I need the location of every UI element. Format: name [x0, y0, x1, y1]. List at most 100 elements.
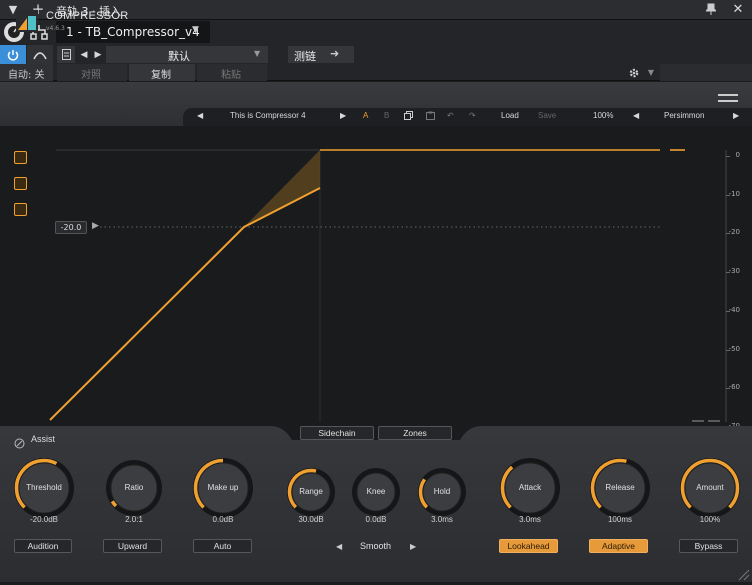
preset-next-icon[interactable]: ▶ — [92, 46, 104, 63]
host-toolbar: 1 - TB_Compressor_v4 ▼ — [0, 20, 752, 45]
sidechain-button[interactable]: 测链 ➜ — [288, 46, 354, 63]
smooth-next-icon[interactable]: ▶ — [410, 542, 416, 551]
plugin-preset-next-icon[interactable]: ▶ — [340, 111, 346, 120]
settings-menu-icon[interactable]: ▼ — [645, 65, 657, 80]
threshold-tag[interactable]: -20.0 — [55, 221, 87, 234]
theme-prev-icon[interactable]: ◀ — [633, 111, 639, 120]
compare-label: 对照 — [81, 70, 101, 81]
tab-sidechain[interactable]: Sidechain — [300, 426, 374, 440]
host-preset-row: ◀ ▶ 默认 ▼ 测链 ➜ — [0, 45, 752, 64]
meter-view-icon[interactable] — [14, 203, 27, 216]
copy-label: 复制 — [151, 70, 171, 81]
preset-prev-icon[interactable]: ◀ — [78, 46, 90, 63]
smooth-mode[interactable]: Smooth — [360, 541, 391, 551]
host-extra-field — [660, 64, 752, 81]
paste-label: 粘贴 — [221, 70, 241, 81]
meter-scale-tick-mark — [726, 310, 730, 312]
make-up-knob-label: Make up — [207, 483, 239, 492]
theme-name[interactable]: Persimmon — [664, 111, 704, 120]
pin-icon[interactable] — [704, 2, 718, 16]
meter-scale-tick-mark — [726, 349, 730, 351]
make-up-knob-value: 0.0dB — [212, 515, 234, 524]
knee-knob-label: Knee — [366, 487, 386, 496]
amount-knob-value: 100% — [699, 515, 721, 524]
meter-scale-tick-mark — [726, 194, 730, 196]
close-icon[interactable]: ✕ — [730, 1, 746, 17]
plugin-version: v4.6.3 — [46, 25, 65, 32]
assist-icon[interactable] — [14, 434, 25, 453]
auto-makeup-button[interactable]: Auto — [193, 539, 252, 553]
plugin-preset-prev-icon[interactable]: ◀ — [197, 111, 203, 120]
threshold-knob-label: Threshold — [26, 483, 62, 492]
paste-button[interactable]: 粘贴 — [197, 64, 267, 81]
hamburger-menu-icon[interactable] — [718, 94, 738, 102]
amount-knob-label: Amount — [696, 483, 724, 492]
smooth-prev-icon[interactable]: ◀ — [336, 542, 342, 551]
preset-menu-icon[interactable] — [57, 46, 75, 63]
range-knob-label: Range — [299, 487, 323, 496]
audition-button[interactable]: Audition — [14, 539, 72, 553]
paste-icon[interactable] — [426, 111, 435, 122]
power-icon[interactable] — [0, 45, 26, 64]
assist-label[interactable]: Assist — [31, 434, 55, 444]
compressor-logo-icon — [16, 10, 38, 32]
redo-icon[interactable]: ↷ — [469, 111, 476, 120]
ratio-knob-value: 2.0:1 — [125, 515, 143, 524]
meter-scale-tick-mark — [726, 233, 730, 235]
chevron-down-icon: ▼ — [192, 25, 199, 35]
ab-b-button[interactable]: B — [384, 111, 389, 120]
meter-scale-tick: -30 — [728, 267, 740, 276]
lookahead-button[interactable]: Lookahead — [499, 539, 558, 553]
range-knob-value: 30.0dB — [298, 515, 324, 524]
release-knob-label: Release — [605, 483, 635, 492]
link-icon[interactable] — [14, 151, 27, 164]
meter-scale-tick: -10 — [728, 189, 740, 198]
save-button[interactable]: Save — [538, 111, 556, 120]
theme-next-icon[interactable]: ▶ — [733, 111, 739, 120]
auto-off-button[interactable]: 自动: 关 — [0, 64, 53, 81]
attack-knob-value: 3.0ms — [519, 515, 541, 524]
load-button[interactable]: Load — [501, 111, 519, 120]
chevron-down-icon: ▼ — [254, 49, 261, 58]
meter-scale-tick-mark — [726, 272, 730, 274]
ratio-knob-label: Ratio — [124, 483, 144, 492]
compare-button[interactable]: 对照 — [57, 64, 127, 81]
meter-scale-tick-mark — [726, 156, 730, 157]
hold-knob-value: 3.0ms — [431, 515, 453, 524]
undo-icon[interactable]: ↶ — [447, 111, 454, 120]
host-preset-selector[interactable]: 默认 ▼ — [106, 46, 268, 63]
plugin-name: COMPRESSOR — [46, 10, 129, 22]
graph-view-icon[interactable] — [14, 177, 27, 190]
meter-scale-tick: -60 — [728, 383, 740, 392]
resize-grip-icon[interactable] — [736, 566, 750, 581]
settings-gear-icon[interactable] — [626, 65, 642, 80]
ab-a-button[interactable]: A — [363, 111, 368, 120]
sidechain-label: 测链 — [294, 50, 316, 63]
meter-scale-tick: -40 — [728, 305, 740, 314]
plugin-slot-selector[interactable]: 1 - TB_Compressor_v4 ▼ — [56, 21, 210, 43]
automation-icon[interactable] — [27, 45, 53, 64]
meter-scale-tick: -20 — [728, 228, 740, 237]
copy-button[interactable]: 复制 — [129, 64, 195, 81]
attack-knob-label: Attack — [518, 483, 542, 492]
tab-zones[interactable]: Zones — [378, 426, 452, 440]
meter-scale-tick: -50 — [728, 344, 740, 353]
threshold-handle-icon[interactable]: ▶ — [92, 221, 99, 231]
plugin-preset-name[interactable]: This is Compressor 4 — [230, 111, 320, 120]
transfer-curve-svg — [49, 149, 727, 422]
upward-button[interactable]: Upward — [103, 539, 162, 553]
meter-scale-tick: 0 — [735, 151, 740, 159]
threshold-knob-value: -20.0dB — [29, 515, 59, 524]
knee-knob-value: 0.0dB — [365, 515, 387, 524]
transfer-curve — [49, 187, 321, 421]
copy-icon[interactable] — [404, 111, 413, 122]
release-knob-value: 100ms — [607, 515, 632, 524]
meter-scale-tick-mark — [726, 388, 730, 390]
bypass-button[interactable]: Bypass — [679, 539, 738, 553]
adaptive-button[interactable]: Adaptive — [589, 539, 648, 553]
host-compare-row: 自动: 关 对照 复制 粘贴 ▼ — [0, 64, 752, 81]
zoom-value[interactable]: 100% — [593, 111, 613, 120]
hold-knob-label: Hold — [433, 487, 451, 496]
sidechain-arrow-icon: ➜ — [330, 47, 340, 60]
host-preset-name: 默认 — [168, 50, 190, 63]
